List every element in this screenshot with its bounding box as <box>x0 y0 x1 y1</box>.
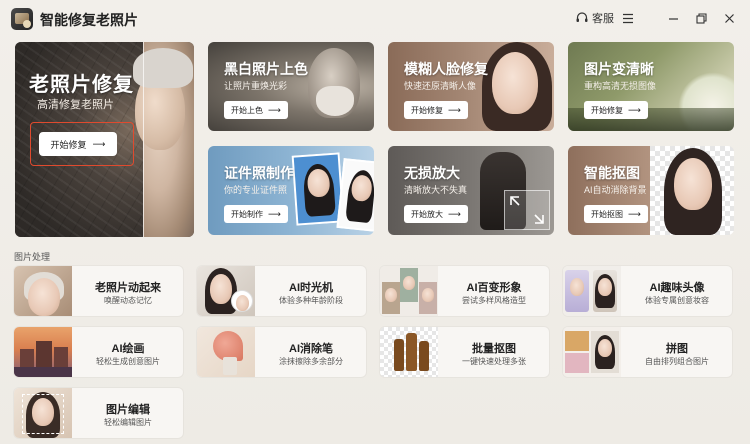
tool-subtitle: 尝试多样风格造型 <box>462 296 526 305</box>
tool-title: AI趣味头像 <box>649 282 705 294</box>
tool-title: AI时光机 <box>289 282 333 294</box>
expand-icon <box>510 196 544 224</box>
arrow-right-icon: ⟶ <box>628 208 641 219</box>
feature-subtitle: 清晰放大不失真 <box>404 185 468 195</box>
tool-thumbnail <box>14 266 72 316</box>
arrow-right-icon: ⟶ <box>92 138 106 149</box>
arrow-right-icon: ⟶ <box>268 208 281 219</box>
tool-ai-fun-avatar[interactable]: AI趣味头像 体验专属创意妆容 <box>563 266 732 316</box>
tool-subtitle: 一键快速处理多张 <box>462 357 526 366</box>
tool-title: AI消除笔 <box>289 343 333 355</box>
woman-face-art <box>674 158 712 210</box>
tool-title: 老照片动起来 <box>95 282 161 294</box>
hero-title: 老照片修复 <box>29 74 134 96</box>
button-label: 开始修复 <box>411 105 444 115</box>
tool-thumbnail <box>14 388 72 438</box>
tool-subtitle: 轻松生成创意图片 <box>96 357 160 366</box>
beard-art <box>316 86 354 116</box>
headset-icon <box>576 12 588 22</box>
id-photo-start-button[interactable]: 开始制作 ⟶ <box>224 205 288 223</box>
app-title: 智能修复老照片 <box>40 12 138 28</box>
tool-title: AI绘画 <box>111 343 145 355</box>
feature-card-sharpen[interactable]: 图片变清晰 重构高清无损图像 开始修复 ⟶ <box>568 42 734 131</box>
tool-ai-eraser[interactable]: AI消除笔 涂抹擦除多余部分 <box>197 327 366 377</box>
tool-thumbnail <box>14 327 72 377</box>
zoom-frame-art <box>504 190 550 230</box>
tool-animate-old-photo[interactable]: 老照片动起来 唤醒动态记忆 <box>14 266 183 316</box>
tool-subtitle: 体验专属创意妆容 <box>645 296 709 305</box>
tool-thumbnail <box>563 266 621 316</box>
feature-title: 模糊人脸修复 <box>404 61 488 77</box>
button-label: 开始修复 <box>591 105 624 115</box>
tool-title: 图片编辑 <box>106 404 150 416</box>
tool-ai-style-change[interactable]: AI百变形象 尝试多样风格造型 <box>380 266 549 316</box>
button-label: 开始上色 <box>231 105 264 115</box>
arrow-right-icon: ⟶ <box>448 208 461 219</box>
button-label: 开始制作 <box>231 209 264 219</box>
title-bar: 智能修复老照片 客服 <box>0 0 750 36</box>
id-photo-white-art <box>336 158 374 232</box>
colorize-start-button[interactable]: 开始上色 ⟶ <box>224 101 288 119</box>
hero-subtitle: 高清修复老照片 <box>37 99 114 111</box>
tool-title: 拼图 <box>666 343 688 355</box>
upscale-start-button[interactable]: 开始放大 ⟶ <box>404 205 468 223</box>
button-label: 开始抠图 <box>591 209 624 219</box>
cutout-start-button[interactable]: 开始抠图 ⟶ <box>584 205 648 223</box>
feature-title: 黑白照片上色 <box>224 61 308 77</box>
sharpen-start-button[interactable]: 开始修复 ⟶ <box>584 101 648 119</box>
hero-old-photo-restore-card[interactable]: 老照片修复 高清修复老照片 开始修复 ⟶ <box>15 42 194 237</box>
tool-thumbnail <box>563 327 621 377</box>
feature-title: 智能抠图 <box>584 165 640 181</box>
tool-subtitle: 涂抹擦除多余部分 <box>279 357 343 366</box>
feature-card-upscale[interactable]: 无损放大 清晰放大不失真 开始放大 ⟶ <box>388 146 554 235</box>
tool-thumbnail <box>197 266 255 316</box>
tool-ai-painting[interactable]: AI绘画 轻松生成创意图片 <box>14 327 183 377</box>
tool-batch-cutout[interactable]: 批量抠图 一键快速处理多张 <box>380 327 549 377</box>
feature-subtitle: 快速还原清晰人像 <box>404 81 477 91</box>
feature-card-id-photo[interactable]: 证件照制作 你的专业证件照 开始制作 ⟶ <box>208 146 374 235</box>
id-photo-blue-art <box>291 152 345 226</box>
tool-subtitle: 体验多种年龄阶段 <box>279 296 343 305</box>
hero-start-button[interactable]: 开始修复 ⟶ <box>39 132 117 156</box>
feature-subtitle: AI自动消除背景 <box>584 185 647 195</box>
tool-subtitle: 唤醒动态记忆 <box>104 296 152 305</box>
feature-subtitle: 让照片重焕光彩 <box>224 81 288 91</box>
tool-ai-time-machine[interactable]: AI时光机 体验多种年龄阶段 <box>197 266 366 316</box>
tool-thumbnail <box>380 327 438 377</box>
hero-restored-photo-art <box>133 42 194 237</box>
tool-subtitle: 轻松编辑图片 <box>104 418 152 427</box>
customer-service-button[interactable]: 客服 <box>575 8 614 28</box>
tool-title: 批量抠图 <box>472 343 516 355</box>
minimize-icon[interactable] <box>664 9 682 27</box>
tool-subtitle: 自由排列组合图片 <box>645 357 709 366</box>
feature-subtitle: 重构高清无损图像 <box>584 81 657 91</box>
feature-title: 证件照制作 <box>224 165 294 181</box>
customer-service-label: 客服 <box>592 13 614 25</box>
arrow-right-icon: ⟶ <box>448 104 461 115</box>
tool-thumbnail <box>380 266 438 316</box>
tool-collage[interactable]: 拼图 自由排列组合图片 <box>563 327 732 377</box>
close-icon[interactable] <box>720 9 738 27</box>
button-label: 开始放大 <box>411 209 444 219</box>
feature-subtitle: 你的专业证件照 <box>224 185 288 195</box>
arrow-right-icon: ⟶ <box>628 104 641 115</box>
feature-title: 图片变清晰 <box>584 61 654 77</box>
arrow-right-icon: ⟶ <box>268 104 281 115</box>
feature-card-face-restore[interactable]: 模糊人脸修复 快速还原清晰人像 开始修复 ⟶ <box>388 42 554 131</box>
feature-title: 无损放大 <box>404 165 460 181</box>
app-logo <box>11 8 33 30</box>
menu-icon[interactable] <box>619 9 637 27</box>
feature-card-colorize[interactable]: 黑白照片上色 让照片重焕光彩 开始上色 ⟶ <box>208 42 374 131</box>
woman-face-art <box>492 52 538 114</box>
face-restore-start-button[interactable]: 开始修复 ⟶ <box>404 101 468 119</box>
compare-divider <box>143 42 144 237</box>
section-label: 图片处理 <box>14 252 51 262</box>
restore-icon[interactable] <box>692 9 710 27</box>
feature-card-cutout[interactable]: 智能抠图 AI自动消除背景 开始抠图 ⟶ <box>568 146 734 235</box>
tool-image-editor[interactable]: 图片编辑 轻松编辑图片 <box>14 388 183 438</box>
tool-thumbnail <box>197 327 255 377</box>
hero-start-label: 开始修复 <box>50 139 87 150</box>
tool-title: AI百变形象 <box>466 282 522 294</box>
